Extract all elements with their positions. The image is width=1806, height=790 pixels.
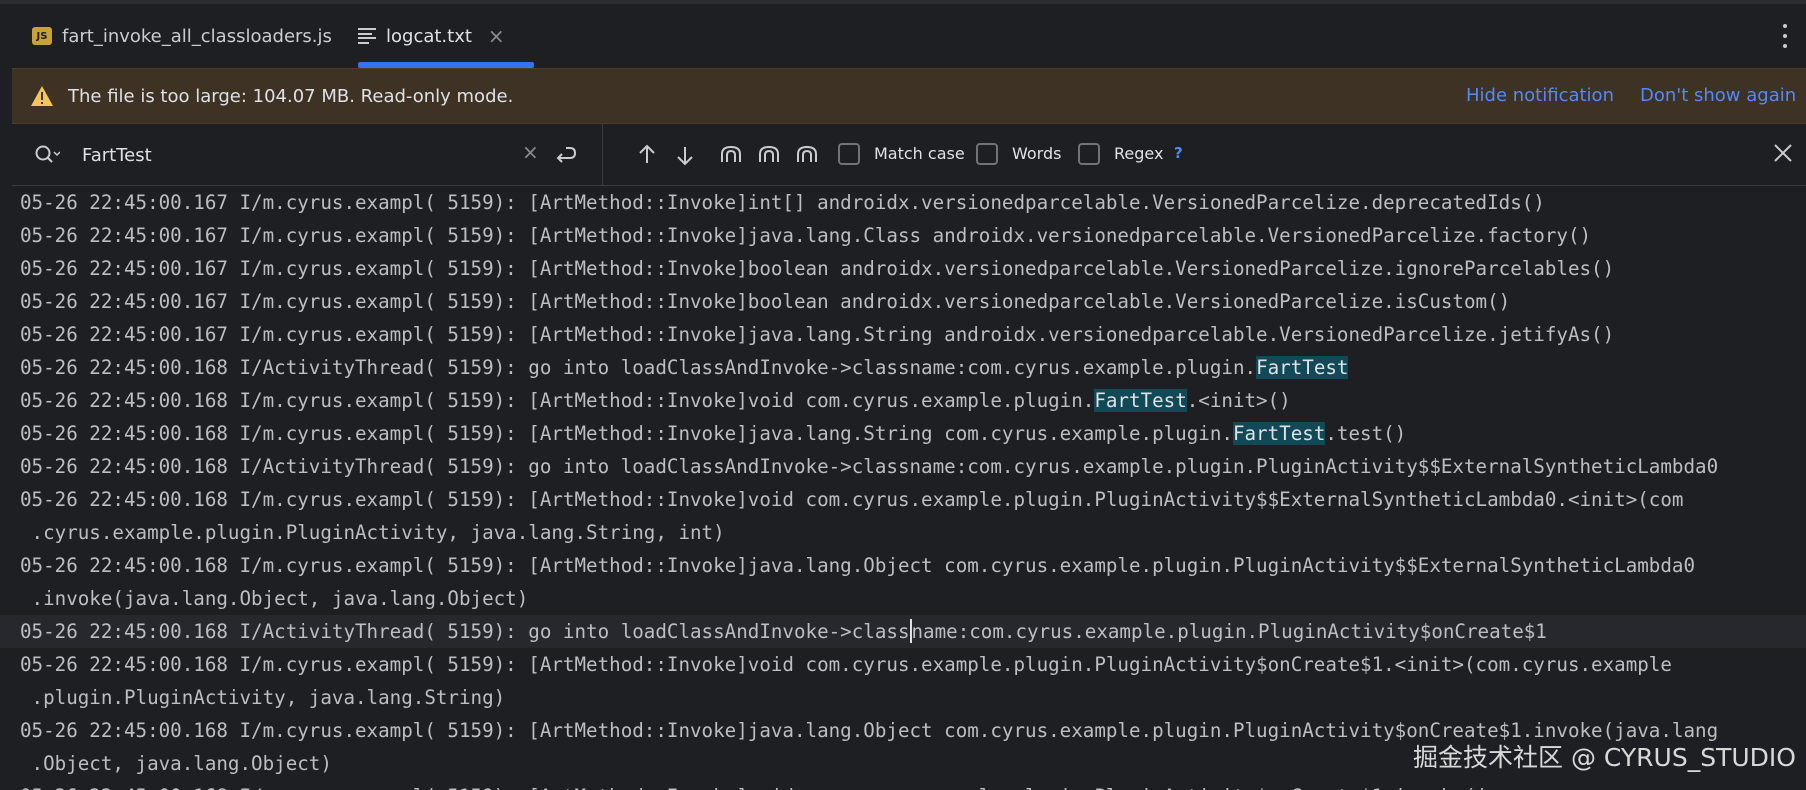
- log-line: 05-26 22:45:00.167 I/m.cyrus.exampl( 515…: [20, 186, 1545, 219]
- log-line: 05-26 22:45:00.168 I/m.cyrus.exampl( 515…: [20, 417, 1406, 450]
- tab-logcat-txt[interactable]: logcat.txt ×: [358, 4, 534, 68]
- find-bar: × Match case Words Regex ?: [12, 124, 1806, 186]
- new-line-icon[interactable]: [554, 142, 578, 166]
- previous-occurrence-icon[interactable]: [634, 142, 660, 168]
- log-text: .test(): [1325, 422, 1407, 445]
- add-next-occurrence-icon[interactable]: [756, 142, 782, 168]
- regex-help-link[interactable]: ?: [1174, 144, 1183, 162]
- log-line: 05-26 22:45:00.168 I/ActivityThread( 515…: [20, 450, 1718, 483]
- js-file-icon: JS: [32, 27, 52, 45]
- log-text: 05-26 22:45:00.168 I/m.cyrus.exampl( 515…: [20, 488, 1684, 511]
- warning-icon: [31, 86, 53, 106]
- notification-message: The file is too large: 104.07 MB. Read-o…: [68, 85, 514, 107]
- log-viewer[interactable]: 05-26 22:45:00.167 I/m.cyrus.exampl( 515…: [0, 186, 1806, 790]
- tab-fart-invoke-js[interactable]: JS fart_invoke_all_classloaders.js: [32, 4, 332, 68]
- log-text: 05-26 22:45:00.168 I/m.cyrus.exampl( 515…: [20, 422, 1233, 445]
- log-text: 05-26 22:45:00.167 I/m.cyrus.exampl( 515…: [20, 224, 1592, 247]
- log-text: .plugin.PluginActivity, java.lang.String…: [20, 686, 506, 709]
- log-text: .invoke(java.lang.Object, java.lang.Obje…: [20, 587, 529, 610]
- search-toolbar-separator: [602, 124, 603, 186]
- close-tab-icon[interactable]: ×: [488, 24, 505, 48]
- words-label: Words: [1012, 144, 1062, 163]
- log-text: 05-26 22:45:00.167 I/m.cyrus.exampl( 515…: [20, 191, 1545, 214]
- tab-label: fart_invoke_all_classloaders.js: [62, 25, 332, 47]
- log-text: 05-26 22:45:00.167 I/m.cyrus.exampl( 515…: [20, 323, 1615, 346]
- log-line: 05-26 22:45:00.167 I/m.cyrus.exampl( 515…: [20, 318, 1614, 351]
- log-line: 05-26 22:45:00.168 I/m.cyrus.exampl( 515…: [20, 648, 1672, 681]
- more-options-icon[interactable]: [1782, 24, 1788, 48]
- search-match-highlight: FartTest: [1232, 422, 1326, 445]
- log-line: .Object, java.lang.Object): [20, 747, 332, 780]
- log-line: .invoke(java.lang.Object, java.lang.Obje…: [20, 582, 529, 615]
- unselect-occurrence-icon[interactable]: [794, 142, 820, 168]
- search-match-highlight: FartTest: [1094, 389, 1187, 412]
- dont-show-again-link[interactable]: Don't show again: [1640, 85, 1796, 106]
- log-line: 05-26 22:45:00.167 I/m.cyrus.exampl( 515…: [20, 252, 1614, 285]
- log-line: 05-26 22:45:00.168 I/m.cyrus.exampl( 515…: [20, 780, 1522, 790]
- editor-tab-bar: JS fart_invoke_all_classloaders.js logca…: [0, 4, 1806, 68]
- log-line: 05-26 22:45:00.167 I/m.cyrus.exampl( 515…: [20, 219, 1591, 252]
- words-checkbox[interactable]: [976, 143, 998, 165]
- text-file-icon: [358, 28, 376, 44]
- log-text: 05-26 22:45:00.168 I/m.cyrus.exampl( 515…: [20, 389, 1095, 412]
- log-line: 05-26 22:45:00.168 I/m.cyrus.exampl( 515…: [20, 549, 1695, 582]
- next-occurrence-icon[interactable]: [672, 142, 698, 168]
- log-text: 05-26 22:45:00.168 I/ActivityThread( 515…: [20, 620, 910, 643]
- close-find-bar-icon[interactable]: [1770, 140, 1796, 166]
- log-text: 05-26 22:45:00.168 I/ActivityThread( 515…: [20, 455, 1719, 478]
- clear-search-icon[interactable]: ×: [522, 140, 539, 164]
- log-text: 05-26 22:45:00.168 I/ActivityThread( 515…: [20, 356, 1257, 379]
- tab-label: logcat.txt: [386, 25, 472, 47]
- log-text: 05-26 22:45:00.167 I/m.cyrus.exampl( 515…: [20, 290, 1511, 313]
- log-line: 05-26 22:45:00.168 I/ActivityThread( 515…: [20, 615, 1547, 648]
- log-line: .cyrus.example.plugin.PluginActivity, ja…: [20, 516, 725, 549]
- log-text: .Object, java.lang.Object): [20, 752, 332, 775]
- select-all-occurrences-icon[interactable]: [718, 142, 744, 168]
- regex-label: Regex: [1114, 144, 1164, 163]
- log-line: 05-26 22:45:00.168 I/m.cyrus.exampl( 515…: [20, 384, 1291, 417]
- search-history-icon[interactable]: [34, 144, 60, 166]
- match-case-label: Match case: [874, 144, 965, 163]
- search-input[interactable]: [82, 140, 522, 170]
- watermark: 掘金技术社区 @ CYRUS_STUDIO: [1413, 743, 1796, 772]
- log-text: name:com.cyrus.example.plugin.PluginActi…: [911, 620, 1547, 643]
- regex-checkbox[interactable]: [1078, 143, 1100, 165]
- search-match-highlight: FartTest: [1256, 356, 1349, 379]
- log-text: .cyrus.example.plugin.PluginActivity, ja…: [20, 521, 725, 544]
- log-text: 05-26 22:45:00.168 I/m.cyrus.exampl( 515…: [20, 554, 1696, 577]
- log-text: 05-26 22:45:00.167 I/m.cyrus.exampl( 515…: [20, 257, 1615, 280]
- match-case-checkbox[interactable]: [838, 143, 860, 165]
- hide-notification-link[interactable]: Hide notification: [1466, 85, 1614, 106]
- log-line: .plugin.PluginActivity, java.lang.String…: [20, 681, 506, 714]
- large-file-notification: The file is too large: 104.07 MB. Read-o…: [12, 68, 1806, 124]
- log-text: 05-26 22:45:00.168 I/m.cyrus.exampl( 515…: [20, 653, 1672, 676]
- log-text: .<init>(): [1186, 389, 1291, 412]
- log-text: 05-26 22:45:00.168 I/m.cyrus.exampl( 515…: [20, 785, 1522, 790]
- log-line: 05-26 22:45:00.167 I/m.cyrus.exampl( 515…: [20, 285, 1510, 318]
- log-line: 05-26 22:45:00.168 I/ActivityThread( 515…: [20, 351, 1349, 384]
- log-line: 05-26 22:45:00.168 I/m.cyrus.exampl( 515…: [20, 483, 1683, 516]
